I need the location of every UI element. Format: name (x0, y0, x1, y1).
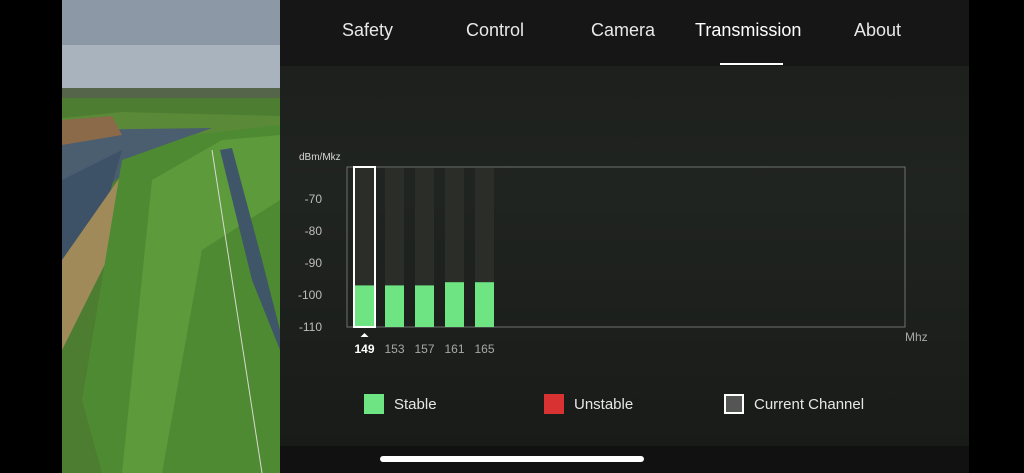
x-tick-label: 157 (414, 342, 434, 356)
x-tick-label: 153 (384, 342, 404, 356)
legend-unstable-label: Unstable (574, 395, 634, 413)
y-tick-label: -70 (305, 192, 323, 206)
channel-bar-149[interactable] (355, 285, 374, 327)
settings-panel: Safety Control Camera Transmission About… (280, 0, 969, 473)
x-tick-label: 149 (354, 342, 374, 356)
camera-feed[interactable] (62, 0, 280, 473)
legend-stable-label: Stable (394, 395, 437, 413)
legend-current-label: Current Channel (754, 395, 865, 413)
channel-bar-157[interactable] (415, 285, 434, 327)
y-axis-ticks: -70 -80 -90 -100 -110 (298, 192, 322, 334)
y-tick-label: -110 (299, 320, 322, 334)
y-tick-label: -90 (305, 256, 323, 270)
legend-stable: Stable (364, 393, 437, 415)
x-axis-ticks: 149 153 157 161 165 (354, 342, 494, 356)
right-edge (969, 0, 1024, 473)
legend-current: Current Channel (724, 393, 864, 415)
current-channel-marker (360, 333, 369, 337)
y-tick-label: -80 (305, 224, 323, 238)
channel-bar-161[interactable] (445, 282, 464, 327)
channel-bar-153[interactable] (385, 285, 404, 327)
home-indicator[interactable] (380, 456, 644, 462)
x-tick-label: 165 (474, 342, 494, 356)
x-axis-unit: Mhz (905, 330, 928, 344)
y-tick-label: -100 (298, 288, 322, 302)
channel-bar-165[interactable] (475, 282, 494, 327)
current-channel-swatch (724, 394, 744, 414)
legend-unstable: Unstable (544, 393, 633, 415)
x-tick-label: 161 (444, 342, 464, 356)
camera-feed-image (62, 0, 280, 473)
y-axis-unit: dBm/Mkz (299, 152, 341, 163)
stable-swatch (364, 394, 384, 414)
unstable-swatch (544, 394, 564, 414)
